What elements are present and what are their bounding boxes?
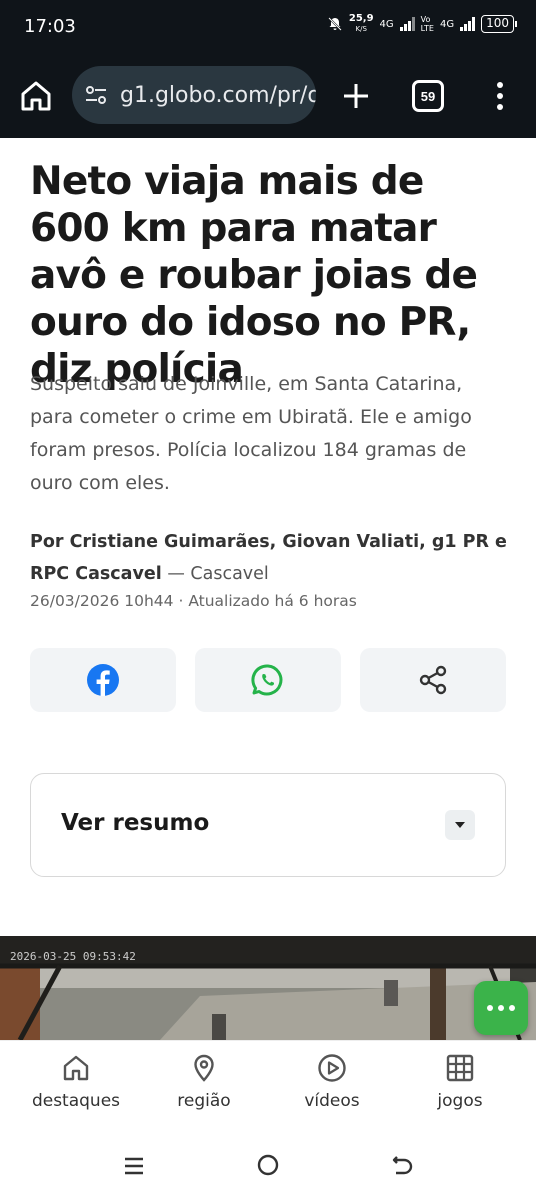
article-dateline: 26/03/2026 10h44 · Atualizado há 6 horas [30, 592, 357, 610]
bottom-navigation: destaques região vídeos jogos [0, 1040, 536, 1136]
status-time: 17:03 [24, 16, 76, 37]
article-summary: Suspeito saiu de Joinville, em Santa Cat… [30, 373, 472, 494]
signal-icon-2 [460, 17, 476, 31]
site-settings-icon[interactable] [82, 81, 110, 109]
share-icon [419, 665, 447, 695]
nav-item-videos[interactable]: vídeos [272, 1053, 392, 1111]
dot-icon [498, 1005, 504, 1011]
new-tab-icon[interactable] [336, 76, 376, 116]
nav-item-regiao[interactable]: região [144, 1053, 264, 1111]
recent-apps-icon[interactable] [122, 1154, 146, 1178]
chat-fab-button[interactable] [474, 981, 528, 1035]
home-icon[interactable] [18, 78, 54, 114]
play-circle-icon [318, 1054, 346, 1082]
volte-badge: Vo LTE [421, 15, 434, 33]
network-speed: 25,9 K/S [349, 14, 374, 34]
back-icon[interactable] [390, 1153, 414, 1177]
network-type-1: 4G [379, 18, 394, 30]
nav-label: vídeos [304, 1091, 360, 1111]
status-bar: 17:03 25,9 K/S 4G Vo LTE 4G 100 [0, 0, 536, 56]
speed-value: 25,9 [348, 13, 374, 24]
volte-bottom: LTE [420, 24, 434, 33]
battery-icon: 100 [481, 15, 517, 33]
home-circle-icon[interactable] [256, 1153, 280, 1177]
nav-item-destaques[interactable]: destaques [16, 1053, 136, 1111]
tab-switcher-button[interactable]: 59 [412, 80, 444, 112]
signal-icon [399, 17, 415, 31]
share-button[interactable] [360, 648, 506, 712]
grid-icon [446, 1054, 474, 1082]
system-navigation-bar [0, 1136, 536, 1200]
bell-muted-icon [328, 17, 342, 31]
whatsapp-icon [251, 664, 283, 696]
speed-unit: K/S [355, 25, 367, 33]
article-byline: Por Cristiane Guimarães, Giovan Valiati,… [30, 526, 510, 590]
network-type-2: 4G [439, 18, 455, 30]
url-text[interactable]: g1.globo.com/pr/oeste-sudoeste [120, 83, 316, 108]
address-bar[interactable]: g1.globo.com/pr/oeste-sudoeste [72, 66, 316, 124]
byline-location: — Cascavel [161, 564, 269, 584]
nav-item-jogos[interactable]: jogos [400, 1053, 520, 1111]
nav-label: região [177, 1091, 231, 1111]
dot-icon [509, 1005, 515, 1011]
dot-icon [487, 1005, 493, 1011]
summary-expander-label: Ver resumo [61, 810, 210, 836]
facebook-icon [87, 664, 119, 696]
article-headline: Neto viaja mais de 600 km para matar avô… [30, 159, 478, 392]
home-icon [63, 1055, 89, 1081]
status-icons: 25,9 K/S 4G Vo LTE 4G 100 [327, 14, 517, 34]
share-facebook-button[interactable] [30, 648, 176, 712]
chevron-down-icon[interactable] [445, 810, 475, 840]
location-pin-icon [194, 1054, 214, 1082]
volte-top: Vo [420, 15, 431, 24]
summary-expander[interactable]: Ver resumo [30, 773, 506, 877]
overflow-menu-icon[interactable] [488, 76, 512, 116]
browser-toolbar: g1.globo.com/pr/oeste-sudoeste 59 [0, 56, 536, 138]
nav-label: destaques [31, 1091, 121, 1111]
video-timestamp: 2026-03-25 09:53:42 [10, 950, 136, 963]
article-video-thumbnail[interactable]: 2026-03-25 09:53:42 [0, 936, 536, 1040]
share-whatsapp-button[interactable] [195, 648, 341, 712]
nav-label: jogos [437, 1091, 483, 1111]
